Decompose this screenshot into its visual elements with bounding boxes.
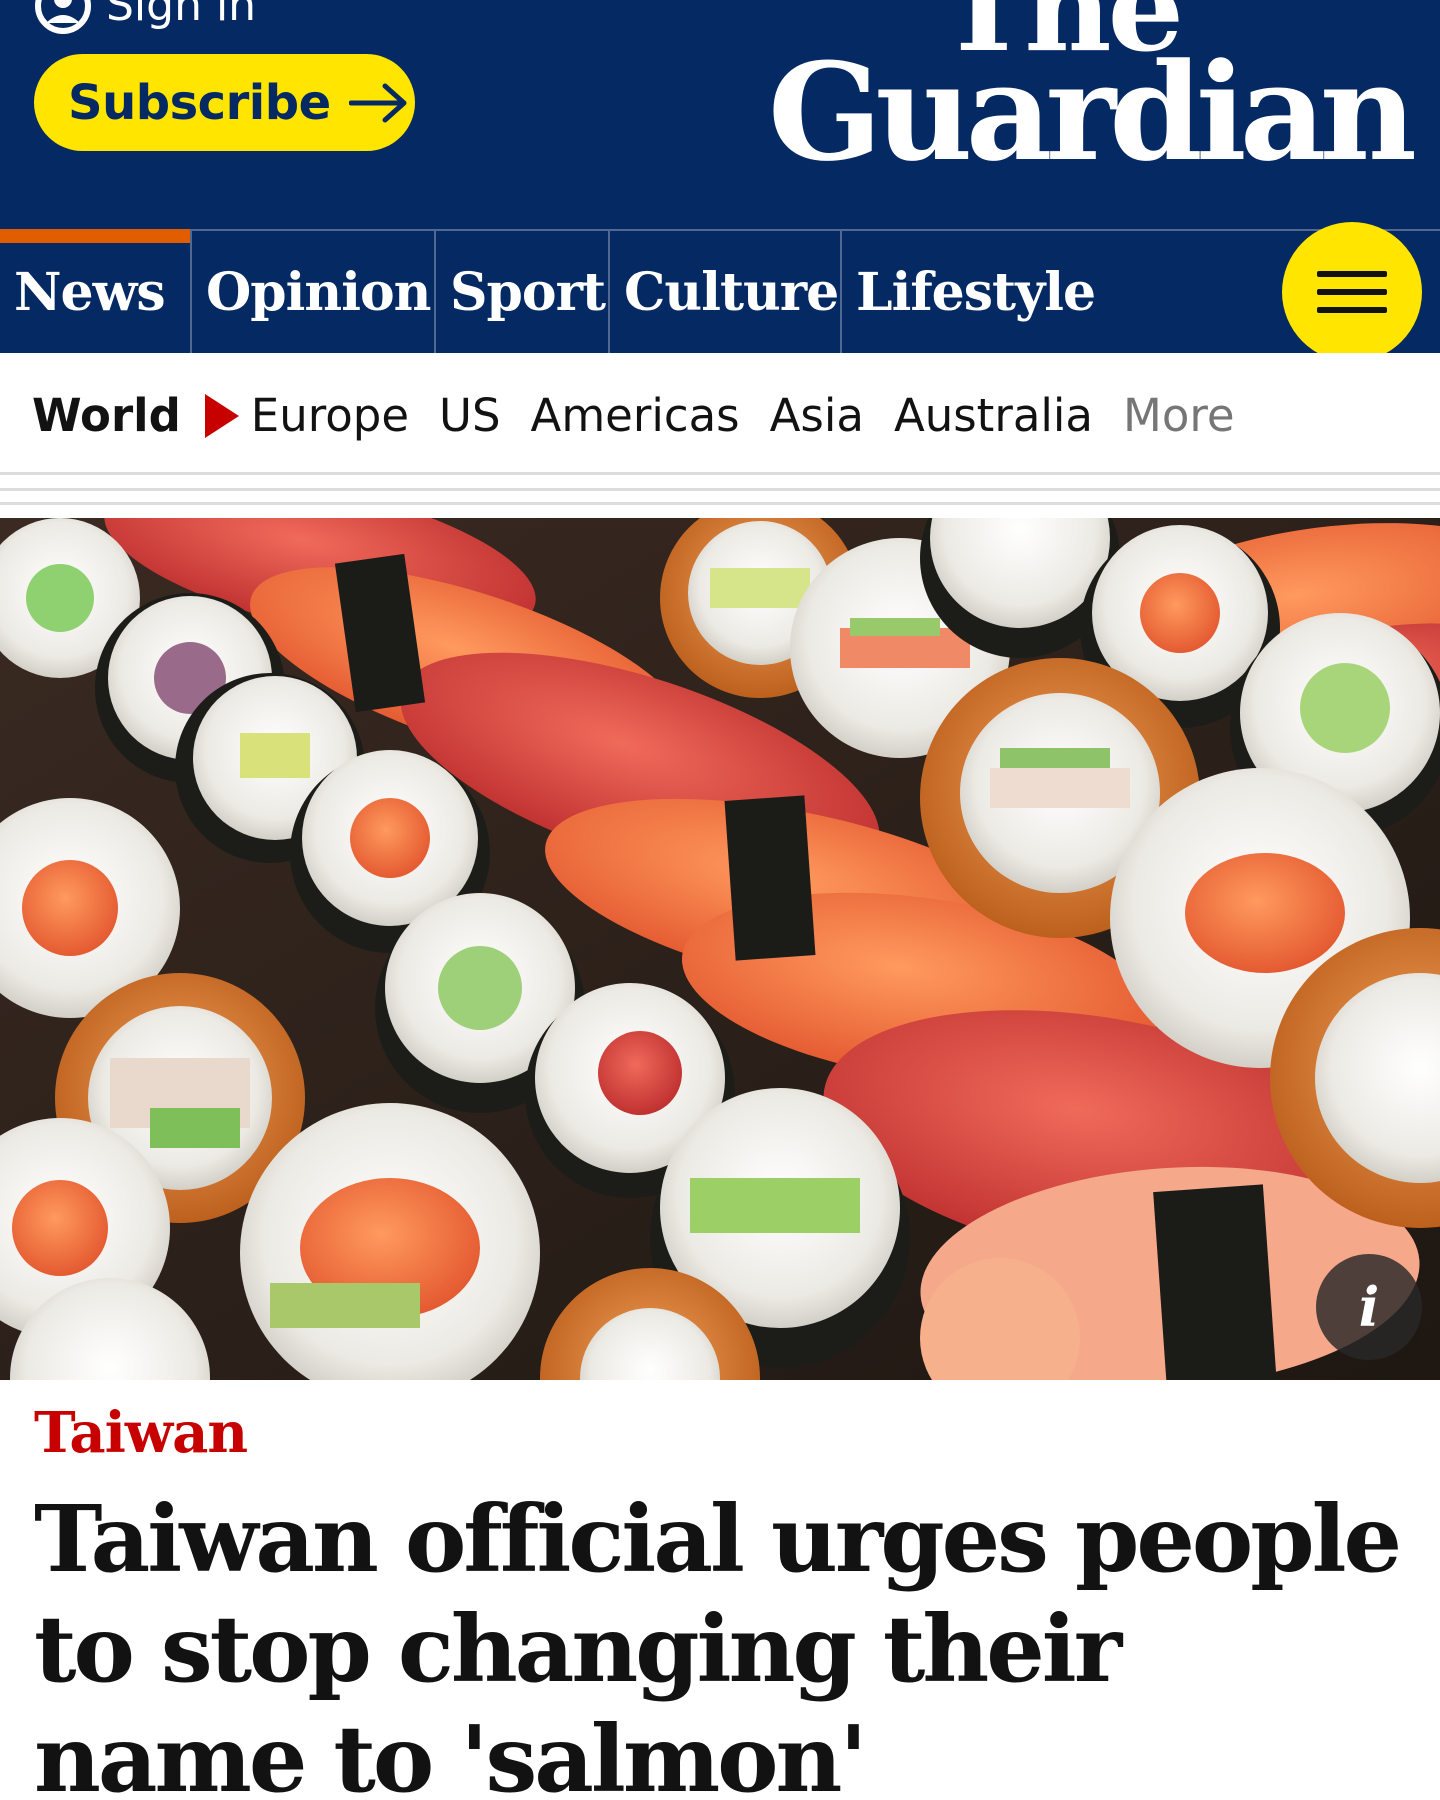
subnav-link-australia[interactable]: Australia [894,389,1093,442]
arrow-right-icon [348,83,409,123]
section-subnav: World Europe US Americas Asia Australia … [0,353,1440,475]
hamburger-icon [1317,271,1387,277]
nav-item-opinion[interactable]: Opinion [192,231,436,353]
sign-in-label: Sign in [106,0,257,31]
article-headline: Taiwan official urges people to stop cha… [34,1485,1402,1800]
guardian-logo[interactable]: The Guardian [767,0,1417,192]
subnav-link-us[interactable]: US [439,389,501,442]
triangle-right-icon [204,393,239,438]
divider [0,502,1440,505]
info-icon: i [1358,1275,1380,1339]
hamburger-icon-bar [1317,289,1387,295]
nav-item-culture[interactable]: Culture [610,231,842,353]
subnav-more[interactable]: More [1123,389,1235,442]
nav-item-label: Opinion [206,261,431,323]
nav-item-news[interactable]: News [0,229,192,353]
nav-item-label: Sport [450,261,606,323]
divider [0,488,1440,491]
nav-item-lifestyle[interactable]: Lifestyle [842,231,1096,353]
logo-line-guardian: Guardian [767,33,1417,192]
hamburger-icon-bar [1317,307,1387,313]
site-header: Sign in Subscribe The Guardian News Opin… [0,0,1440,353]
article-kicker[interactable]: Taiwan [34,1400,248,1466]
nav-item-label: Culture [624,261,839,323]
subnav-link-asia[interactable]: Asia [770,389,864,442]
nav-item-sport[interactable]: Sport [436,231,610,353]
hero-image-sushi [0,518,1440,1380]
sign-in-link[interactable]: Sign in [34,0,257,34]
active-pillar-underline [0,229,190,243]
profile-icon [34,0,92,35]
subnav-link-europe[interactable]: Europe [251,389,409,442]
subnav-row: World Europe US Americas Asia Australia … [32,389,1235,442]
image-info-button[interactable]: i [1316,1254,1422,1360]
subscribe-label: Subscribe [68,74,331,131]
subnav-section-world[interactable]: World [32,389,181,442]
subnav-link-americas[interactable]: Americas [531,389,740,442]
subscribe-button[interactable]: Subscribe [34,54,415,151]
pillar-nav: News Opinion Sport Culture Lifestyle [0,229,1440,353]
nav-item-label: News [14,261,166,323]
menu-button[interactable] [1282,222,1422,362]
nav-item-label: Lifestyle [856,261,1096,323]
